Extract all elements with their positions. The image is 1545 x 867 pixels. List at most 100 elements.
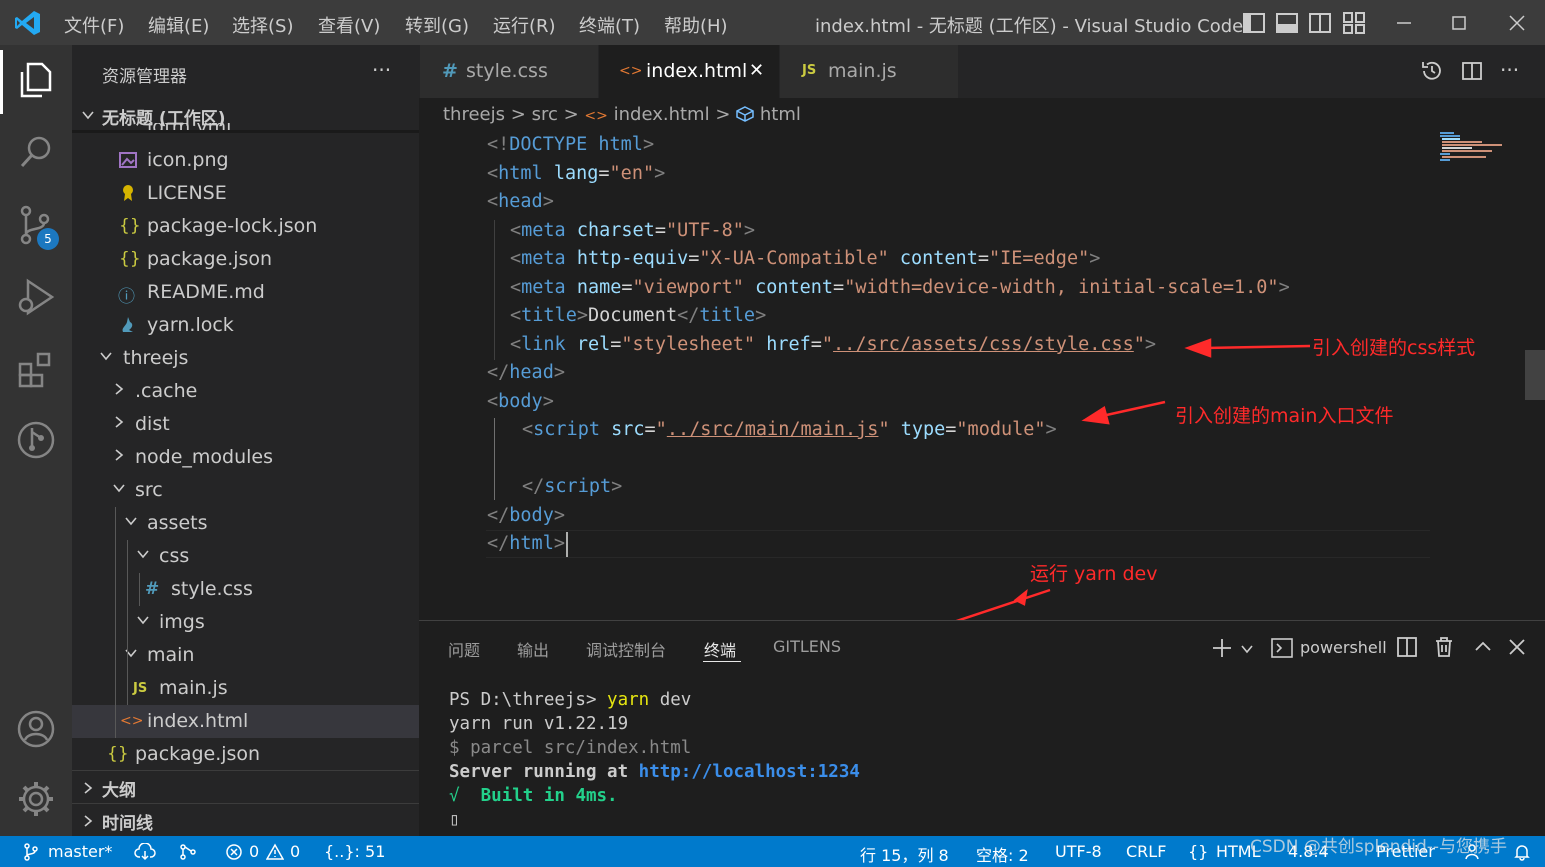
css-link-path[interactable]: ../src/assets/css/style.css — [833, 334, 1134, 355]
panel-tab-problems[interactable]: 问题 — [448, 637, 480, 661]
close-tab-icon[interactable]: ✕ — [749, 60, 764, 81]
accounts-icon[interactable] — [14, 707, 58, 751]
folder-item-src[interactable]: src — [72, 474, 419, 507]
settings-gear-icon[interactable] — [14, 777, 58, 821]
cursor-position[interactable]: 行 15，列 8 — [860, 842, 949, 866]
branch-status[interactable]: master* — [48, 842, 112, 861]
folder-item-dist[interactable]: dist — [72, 408, 419, 441]
breadcrumb-threejs[interactable]: threejs — [443, 104, 505, 125]
search-icon[interactable] — [14, 130, 58, 174]
editor-more-actions[interactable]: ··· — [1500, 58, 1519, 82]
folder-item-node-modules[interactable]: node_modules — [72, 441, 419, 474]
json-icon: {} — [119, 249, 141, 269]
tab-label: main.js — [828, 60, 897, 82]
panel-tab-terminal[interactable]: 终端 — [704, 637, 736, 661]
folder-item-cache[interactable]: .cache — [72, 375, 419, 408]
code-line-3: <head> — [487, 191, 554, 212]
minimap[interactable] — [1436, 130, 1526, 170]
editor-scroll-thumb[interactable] — [1525, 350, 1545, 400]
js-icon: JS — [802, 63, 817, 78]
folder-item-css[interactable]: css — [72, 540, 419, 573]
run-debug-icon[interactable] — [14, 275, 58, 319]
main-js-path[interactable]: ../src/main/main.js — [667, 419, 879, 440]
folder-item-main[interactable]: main — [72, 639, 419, 672]
code-line-6: <meta name="viewport" content="width=dev… — [510, 277, 1290, 298]
warning-count[interactable]: 0 — [290, 842, 300, 861]
minimize-icon[interactable] — [1392, 11, 1416, 35]
file-item-index-html[interactable]: <> index.html — [72, 705, 419, 738]
chevron-down-icon[interactable] — [1240, 642, 1254, 656]
toggle-sidebar-icon[interactable] — [1242, 11, 1266, 35]
warning-icon[interactable] — [266, 843, 284, 861]
file-item-package-lock-json[interactable]: {} package-lock.json — [72, 210, 419, 243]
breadcrumb-file[interactable]: index.html — [614, 104, 710, 125]
explorer-more-actions[interactable]: ··· — [372, 58, 391, 82]
menu-goto[interactable]: 转到(G) — [405, 12, 469, 38]
close-window-icon[interactable] — [1505, 11, 1529, 35]
file-item-icon-png[interactable]: icon.png — [72, 144, 419, 177]
folder-item-imgs[interactable]: imgs — [72, 606, 419, 639]
menu-terminal[interactable]: 终端(T) — [579, 12, 640, 38]
indentation[interactable]: 空格: 2 — [976, 842, 1029, 866]
panel-tab-output[interactable]: 输出 — [517, 637, 549, 661]
panel-tab-gitlens[interactable]: GITLENS — [773, 637, 841, 656]
menu-file[interactable]: 文件(F) — [64, 12, 124, 38]
menu-run[interactable]: 运行(R) — [493, 12, 556, 38]
image-icon — [119, 152, 137, 168]
folder-item-threejs[interactable]: threejs — [72, 342, 419, 375]
window-title: index.html - 无标题 (工作区) - Visual Studio C… — [815, 16, 1244, 37]
encoding[interactable]: UTF-8 — [1055, 842, 1102, 861]
folder-label: .cache — [135, 380, 198, 402]
file-label: package.json — [147, 248, 273, 270]
error-count[interactable]: 0 — [249, 842, 259, 861]
menu-help[interactable]: 帮助(H) — [664, 12, 728, 38]
file-item-main-js[interactable]: JS main.js — [72, 672, 419, 705]
tab-main-js[interactable]: JS main.js — [780, 45, 958, 98]
gitlens-icon[interactable] — [14, 418, 58, 462]
panel-tab-debug-console[interactable]: 调试控制台 — [586, 637, 666, 661]
file-item-readme[interactable]: ⓘ README.md — [72, 276, 419, 309]
timeline-section[interactable]: 时间线 — [72, 803, 419, 836]
error-icon[interactable] — [225, 843, 243, 861]
new-terminal-icon[interactable] — [1210, 636, 1234, 660]
maximize-panel-icon[interactable] — [1472, 636, 1494, 658]
explorer-icon[interactable] — [14, 58, 58, 102]
menu-selection[interactable]: 选择(S) — [232, 12, 293, 38]
file-item-package-json[interactable]: {} package.json — [72, 243, 419, 276]
toggle-secondary-sidebar-icon[interactable] — [1308, 11, 1332, 35]
license-icon — [123, 185, 133, 201]
vscode-logo-icon — [15, 11, 40, 35]
outline-label: 大纲 — [102, 781, 136, 801]
trash-icon[interactable] — [1432, 635, 1456, 659]
file-item-yarn-lock[interactable]: yarn.lock — [72, 309, 419, 342]
terminal-shell-name[interactable]: powershell — [1300, 638, 1387, 657]
terminal-shell-icon[interactable] — [1270, 636, 1294, 660]
tab-style-css[interactable]: # style.css — [420, 45, 598, 98]
split-terminal-icon[interactable] — [1395, 635, 1419, 659]
file-item-license[interactable]: LICENSE — [72, 177, 419, 210]
gitlens-commit-icon[interactable] — [178, 843, 198, 861]
file-label: style.css — [171, 578, 253, 600]
timeline-history-icon[interactable] — [1420, 59, 1444, 83]
brackets-status[interactable]: {..}: 51 — [324, 842, 385, 861]
menu-edit[interactable]: 编辑(E) — [148, 12, 209, 38]
toggle-panel-icon[interactable] — [1275, 11, 1299, 35]
split-editor-icon[interactable] — [1460, 59, 1484, 83]
close-panel-icon[interactable] — [1506, 636, 1528, 658]
end-of-line[interactable]: CRLF — [1126, 842, 1166, 861]
extensions-icon[interactable] — [14, 348, 58, 392]
file-item-style-css[interactable]: # style.css — [72, 573, 419, 606]
outline-section[interactable]: 大纲 — [72, 770, 419, 803]
file-item-package-json-root[interactable]: {} package.json — [72, 738, 419, 771]
breadcrumb-symbol[interactable]: html — [760, 104, 801, 125]
customize-layout-icon[interactable] — [1342, 11, 1366, 35]
sync-cloud-icon[interactable] — [134, 843, 156, 861]
breadcrumb-src[interactable]: src — [532, 104, 558, 125]
terminal-line-3: $ parcel src/index.html — [449, 738, 692, 758]
folder-item-assets[interactable]: assets — [72, 507, 419, 540]
notifications-bell-icon[interactable] — [1513, 843, 1531, 861]
language-braces-icon: {} — [1188, 842, 1209, 861]
menu-view[interactable]: 查看(V) — [318, 12, 380, 38]
maximize-icon[interactable] — [1447, 11, 1471, 35]
tab-index-html[interactable]: <> index.html ✕ — [599, 45, 779, 98]
